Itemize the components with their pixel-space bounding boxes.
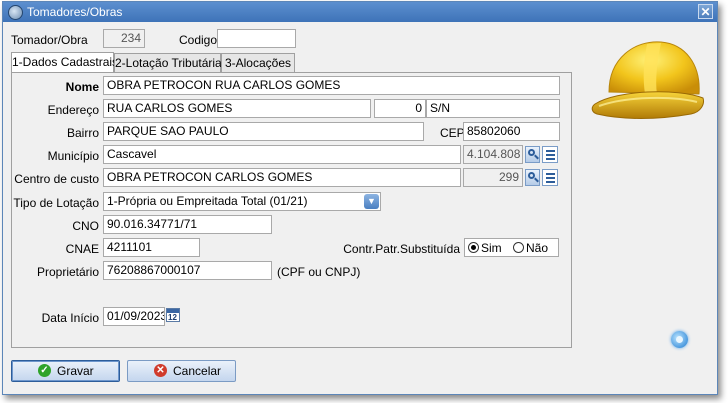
tab-lotacao-tributaria[interactable]: 2-Lotação Tributária: [114, 53, 222, 72]
centro-label: Centro de custo: [14, 172, 99, 186]
lotacao-select[interactable]: 1-Própria ou Empreitada Total (01/21) ▼: [103, 192, 381, 211]
lotacao-value: 1-Própria ou Empreitada Total (01/21): [107, 194, 308, 208]
complemento-field[interactable]: S/N: [426, 99, 560, 118]
cnae-label: CNAE: [65, 242, 99, 256]
cno-label: CNO: [72, 219, 99, 233]
contr-radio-group: Sim Não: [464, 238, 559, 257]
chevron-down-icon[interactable]: ▼: [364, 194, 379, 209]
proprietario-field[interactable]: 76208867000107: [103, 261, 272, 280]
codigo-label: Codigo: [179, 33, 218, 47]
municipio-label: Município: [47, 149, 99, 163]
hard-hat-icon: [591, 41, 704, 119]
tab-dados-cadastrais[interactable]: 1-Dados Cadastrais: [11, 52, 118, 73]
municipio-field[interactable]: Cascavel: [103, 145, 461, 164]
bairro-label: Bairro: [66, 126, 99, 140]
proprietario-hint: (CPF ou CNPJ): [277, 265, 361, 279]
search-icon[interactable]: [525, 169, 540, 186]
numero-field[interactable]: 0: [374, 99, 426, 118]
tomadores-window: Tomadores/Obras ✕ Tomador/Obra 234 Codig…: [2, 1, 718, 395]
close-button[interactable]: ✕: [698, 4, 713, 19]
radio-nao-label[interactable]: Não: [526, 241, 548, 255]
radio-nao[interactable]: [513, 242, 524, 253]
nome-label: Nome: [65, 80, 99, 94]
cancelar-label: Cancelar: [173, 364, 222, 378]
check-icon: ✓: [38, 364, 51, 377]
tab-alocacoes[interactable]: 3-Alocações: [221, 53, 295, 72]
cnae-field[interactable]: 4211101: [103, 238, 200, 257]
calendar-icon[interactable]: 12: [166, 308, 180, 322]
gravar-label: Gravar: [57, 364, 94, 378]
radio-sim[interactable]: [468, 242, 479, 253]
title-bar[interactable]: Tomadores/Obras ✕: [3, 2, 717, 22]
data-inicio-field[interactable]: 01/09/2023: [103, 307, 165, 326]
centro-code-field[interactable]: 299: [463, 168, 523, 187]
cep-field[interactable]: 85802060: [463, 122, 560, 141]
contr-label: Contr.Patr.Substituída: [343, 242, 460, 256]
app-icon: [8, 5, 23, 20]
help-bubble-icon[interactable]: [671, 331, 688, 348]
cno-field[interactable]: 90.016.34771/71: [103, 215, 272, 234]
search-icon[interactable]: [525, 146, 540, 163]
cep-label: CEP: [440, 126, 465, 140]
tomador-label: Tomador/Obra: [11, 33, 88, 47]
radio-sim-label[interactable]: Sim: [481, 241, 502, 255]
codigo-field[interactable]: [217, 29, 296, 48]
endereco-field[interactable]: RUA CARLOS GOMES: [103, 99, 371, 118]
cancelar-button[interactable]: ✕ Cancelar: [127, 360, 236, 382]
window-title: Tomadores/Obras: [27, 5, 123, 19]
nome-field[interactable]: OBRA PETROCON RUA CARLOS GOMES: [103, 76, 560, 95]
gravar-button[interactable]: ✓ Gravar: [11, 360, 120, 382]
lotacao-label: Tipo de Lotação: [13, 196, 99, 210]
municipio-code-field[interactable]: 4.104.808: [463, 145, 523, 164]
data-inicio-label: Data Início: [41, 311, 99, 325]
endereco-label: Endereço: [47, 103, 99, 117]
bairro-field[interactable]: PARQUE SAO PAULO: [103, 122, 424, 141]
proprietario-label: Proprietário: [36, 265, 99, 279]
list-icon[interactable]: [542, 146, 558, 163]
centro-field[interactable]: OBRA PETROCON CARLOS GOMES: [103, 168, 461, 187]
list-icon[interactable]: [542, 169, 558, 186]
tomador-field[interactable]: 234: [103, 29, 145, 48]
cancel-icon: ✕: [154, 364, 167, 377]
